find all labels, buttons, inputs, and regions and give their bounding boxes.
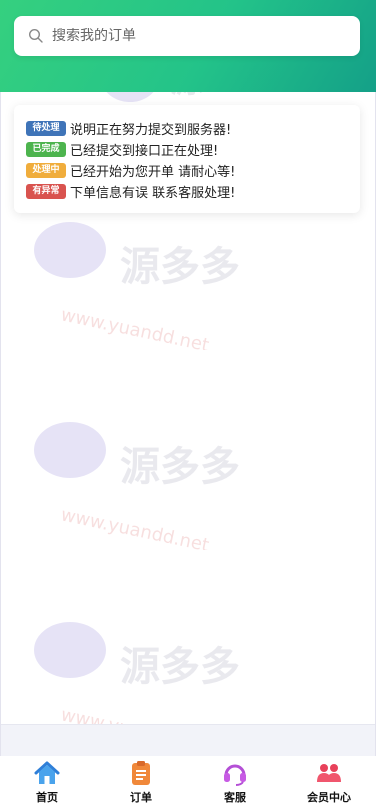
tab-label: 首页 — [36, 791, 58, 804]
bottom-tab-bar: 首页 订单 客服 会员中心 — [0, 756, 376, 805]
legend-row-error: 有异常 下单信息有误 联系客服处理! — [26, 181, 360, 202]
status-legend-card: 待处理 说明正在努力提交到服务器! 已完成 已经提交到接口正在处理! 处理中 已… — [14, 105, 360, 213]
members-icon — [317, 764, 341, 782]
legend-text: 说明正在努力提交到服务器! — [70, 123, 232, 138]
tab-label: 客服 — [224, 791, 246, 804]
footer-band — [1, 724, 375, 756]
tab-label: 订单 — [130, 791, 152, 804]
tab-members[interactable]: 会员中心 — [282, 756, 376, 805]
legend-row-processing: 处理中 已经开始为您开单 请耐心等! — [26, 160, 360, 181]
legend-text: 已经提交到接口正在处理! — [70, 144, 219, 159]
status-badge-error: 有异常 — [26, 184, 66, 199]
order-clipboard-icon — [132, 761, 150, 785]
tab-orders[interactable]: 订单 — [94, 756, 188, 805]
status-badge-completed: 已完成 — [26, 142, 66, 157]
search-icon — [28, 28, 43, 43]
legend-text: 已经开始为您开单 请耐心等! — [70, 165, 236, 180]
status-badge-pending: 待处理 — [26, 121, 66, 136]
legend-row-completed: 已完成 已经提交到接口正在处理! — [26, 139, 360, 160]
header-banner — [0, 0, 376, 92]
status-badge-processing: 处理中 — [26, 163, 66, 178]
legend-text: 下单信息有误 联系客服处理! — [70, 186, 236, 201]
headset-icon — [224, 764, 246, 786]
home-icon — [34, 761, 60, 784]
tab-home[interactable]: 首页 — [0, 756, 94, 805]
tab-label: 会员中心 — [307, 791, 351, 804]
legend-row-pending: 待处理 说明正在努力提交到服务器! — [26, 118, 360, 139]
search-bar[interactable] — [14, 16, 360, 56]
tab-service[interactable]: 客服 — [188, 756, 282, 805]
search-input[interactable] — [52, 28, 332, 44]
